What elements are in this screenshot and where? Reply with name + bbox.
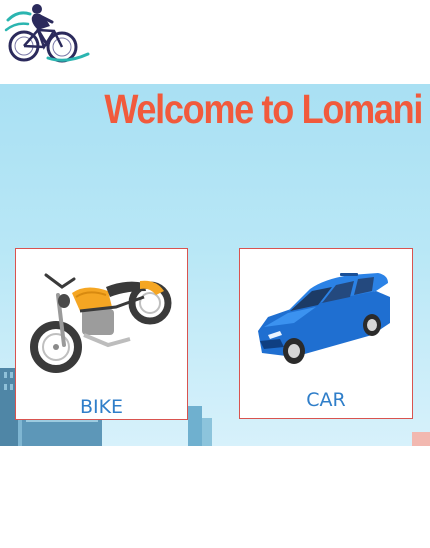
car-label: CAR xyxy=(306,389,346,411)
welcome-title: Welcome to Lomani xyxy=(104,86,423,132)
cyclist-logo-icon[interactable] xyxy=(4,0,92,68)
car-icon xyxy=(258,273,390,364)
hero-banner: Welcome to Lomani BIKE CAR xyxy=(0,84,430,446)
car-card[interactable]: CAR xyxy=(239,248,413,419)
bike-label: BIKE xyxy=(79,396,124,418)
motorcycle-icon xyxy=(30,273,172,373)
bike-card[interactable]: BIKE xyxy=(15,248,188,420)
header xyxy=(0,0,430,84)
